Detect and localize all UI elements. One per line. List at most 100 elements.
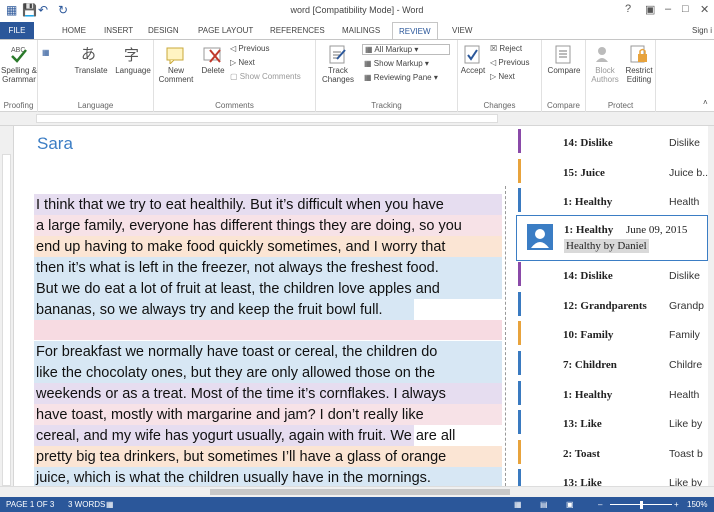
comment-item[interactable]: 14: Dislike Dislike bbox=[514, 260, 708, 290]
block-authors-button[interactable]: Block Authors bbox=[588, 44, 622, 84]
horizontal-scrollbar[interactable] bbox=[0, 486, 714, 497]
zoom-in-icon[interactable]: + bbox=[674, 500, 679, 509]
comment-color-bar bbox=[518, 440, 521, 464]
tab-design[interactable]: DESIGN bbox=[148, 26, 179, 35]
tab-insert[interactable]: INSERT bbox=[104, 26, 133, 35]
comment-item[interactable]: 1: Healthy Health bbox=[514, 379, 708, 409]
comment-item[interactable]: 1: Healthy Health bbox=[514, 186, 708, 216]
track-changes-icon bbox=[329, 45, 346, 64]
paragraph-line[interactable]: bananas, so we always try and keep the f… bbox=[36, 302, 383, 323]
show-comments-button[interactable]: ▢ Show Comments bbox=[230, 72, 301, 81]
show-markup-button[interactable]: ▦ Show Markup ▾ bbox=[364, 59, 429, 68]
paragraph-line[interactable]: For breakfast we normally have toast or … bbox=[36, 344, 437, 365]
comment-text: Like by bbox=[669, 418, 703, 430]
previous-comment-button[interactable]: ◁ Previous bbox=[230, 44, 270, 53]
active-comment-text[interactable]: Healthy by Daniel bbox=[564, 239, 649, 253]
comment-author: 2: Toast bbox=[563, 448, 600, 460]
protect-group: Block Authors Restrict Editing Protect bbox=[586, 40, 656, 112]
previous-change-button[interactable]: ◁ Previous bbox=[490, 58, 530, 67]
window-title: word [Compatibility Mode] - Word bbox=[290, 5, 424, 15]
paragraph-line[interactable]: then it’s what is left in the freezer, n… bbox=[36, 260, 439, 281]
comments-group: New Comment Delete ◁ Previous ▷ Next ▢ Sh… bbox=[154, 40, 316, 112]
comment-item[interactable]: 14: Dislike Dislike bbox=[514, 127, 708, 157]
paragraph-line[interactable]: cereal, and my wife has yogurt usually, … bbox=[36, 428, 455, 449]
next-change-button[interactable]: ▷ Next bbox=[490, 72, 515, 81]
comment-item[interactable]: 7: Children Childre bbox=[514, 349, 708, 379]
ribbon-display-icon[interactable]: ▣ bbox=[645, 3, 655, 16]
comment-author: 1: Healthy bbox=[563, 389, 613, 401]
comment-item[interactable]: 2: Toast Toast b bbox=[514, 438, 708, 468]
reject-button[interactable]: ☒ Reject bbox=[490, 44, 522, 53]
reviewing-pane-button[interactable]: ▦ Reviewing Pane ▾ bbox=[364, 73, 438, 82]
tab-mailings[interactable]: MAILINGS bbox=[342, 26, 380, 35]
zoom-level[interactable]: 150% bbox=[687, 500, 707, 509]
restrict-editing-button[interactable]: Restrict Editing bbox=[622, 44, 656, 84]
tab-file[interactable]: FILE bbox=[0, 22, 34, 39]
comment-item[interactable]: 13: Like Like by bbox=[514, 408, 708, 438]
tab-home[interactable]: HOME bbox=[62, 26, 86, 35]
document-heading[interactable]: Sara bbox=[37, 134, 73, 154]
ribbon-tabs: FILE HOME INSERT DESIGN PAGE LAYOUT REFE… bbox=[0, 22, 714, 40]
comment-author: 10: Family bbox=[563, 329, 614, 341]
comment-color-bar bbox=[518, 469, 521, 486]
close-icon[interactable]: ✕ bbox=[700, 3, 709, 16]
paragraph-line[interactable]: weekends or as a treat. Most of the time… bbox=[36, 386, 446, 407]
language-button[interactable]: 字 Language bbox=[114, 44, 152, 75]
track-changes-button[interactable]: Track Changes bbox=[318, 44, 358, 84]
accept-button[interactable]: Accept bbox=[458, 44, 488, 75]
svg-text:あ: あ bbox=[81, 45, 96, 63]
print-layout-icon[interactable]: ▤ bbox=[540, 500, 548, 509]
paragraph-line[interactable]: end up having to make food quickly somet… bbox=[36, 239, 445, 260]
ribbon: ABC Spelling & Grammar Proofing ▦ あ Trans… bbox=[0, 39, 714, 112]
compare-button[interactable]: Compare bbox=[544, 44, 584, 75]
sign-in-link[interactable]: Sign i bbox=[692, 26, 712, 35]
spelling-grammar-button[interactable]: ABC Spelling & Grammar bbox=[0, 44, 38, 84]
paragraph-line[interactable]: pretty big tea drinkers, but sometimes I… bbox=[36, 449, 446, 470]
help-icon[interactable]: ? bbox=[625, 3, 631, 15]
zoom-out-icon[interactable]: – bbox=[598, 500, 602, 509]
maximize-icon[interactable]: □ bbox=[682, 3, 689, 15]
delete-comment-button[interactable]: Delete bbox=[198, 44, 228, 75]
tab-review[interactable]: REVIEW bbox=[392, 22, 438, 40]
translate-button[interactable]: あ Translate bbox=[72, 44, 110, 75]
active-comment[interactable]: 1: Healthy June 09, 2015 Healthy by Dani… bbox=[516, 215, 708, 261]
scroll-thumb[interactable] bbox=[210, 489, 510, 495]
new-comment-button[interactable]: New Comment bbox=[156, 44, 196, 84]
avatar-icon bbox=[527, 224, 553, 250]
horizontal-ruler[interactable] bbox=[0, 112, 714, 126]
active-comment-date: June 09, 2015 bbox=[626, 224, 688, 236]
thesaurus-icon[interactable]: ▦ bbox=[42, 48, 50, 57]
zoom-slider-thumb[interactable] bbox=[640, 501, 643, 509]
document-page[interactable]: Sara I think that we try to eat healthil… bbox=[14, 126, 514, 486]
tab-page-layout[interactable]: PAGE LAYOUT bbox=[198, 26, 253, 35]
comment-color-bar bbox=[518, 321, 521, 345]
page-count[interactable]: PAGE 1 OF 3 bbox=[6, 500, 54, 509]
read-mode-icon[interactable]: ▦ bbox=[514, 500, 522, 509]
paragraph-line[interactable]: like the chocolaty ones, but they are on… bbox=[36, 365, 435, 386]
comment-item[interactable]: 10: Family Family bbox=[514, 319, 708, 349]
paragraph-line[interactable]: have toast, mostly with margarine and ja… bbox=[36, 407, 424, 428]
proofing-status-icon[interactable]: ▦ bbox=[106, 500, 114, 509]
comment-text: Juice b... bbox=[669, 167, 708, 179]
vertical-scrollbar[interactable] bbox=[708, 126, 714, 486]
comment-item[interactable]: 13: Like Like by bbox=[514, 467, 708, 486]
web-layout-icon[interactable]: ▣ bbox=[566, 500, 574, 509]
tab-references[interactable]: REFERENCES bbox=[270, 26, 325, 35]
comment-item[interactable]: 15: Juice Juice b... bbox=[514, 157, 708, 187]
comment-item[interactable]: 12: Grandparents Grandp bbox=[514, 290, 708, 320]
paragraph-line[interactable]: juice, which is what the children usuall… bbox=[36, 470, 431, 486]
next-comment-button[interactable]: ▷ Next bbox=[230, 58, 255, 67]
paragraph-line[interactable]: I think that we try to eat healthily. Bu… bbox=[36, 197, 444, 218]
markup-select[interactable]: ▦ All Markup ▾ bbox=[362, 44, 450, 55]
compare-group: Compare Compare bbox=[542, 40, 586, 112]
paragraph-line[interactable]: But we do eat a lot of fruit at least, t… bbox=[36, 281, 440, 302]
comment-color-bar bbox=[518, 410, 521, 434]
paragraph-line[interactable]: a large family, everyone has different t… bbox=[36, 218, 462, 239]
word-count[interactable]: 3 WORDS bbox=[68, 500, 105, 509]
minimize-icon[interactable]: – bbox=[665, 3, 671, 15]
comment-color-bar bbox=[518, 381, 521, 405]
tab-view[interactable]: VIEW bbox=[452, 26, 472, 35]
vertical-ruler[interactable] bbox=[0, 126, 14, 486]
status-bar: PAGE 1 OF 3 3 WORDS ▦ ▦ ▤ ▣ – + 150% bbox=[0, 497, 714, 512]
collapse-ribbon-icon[interactable]: ˄ bbox=[703, 98, 708, 107]
